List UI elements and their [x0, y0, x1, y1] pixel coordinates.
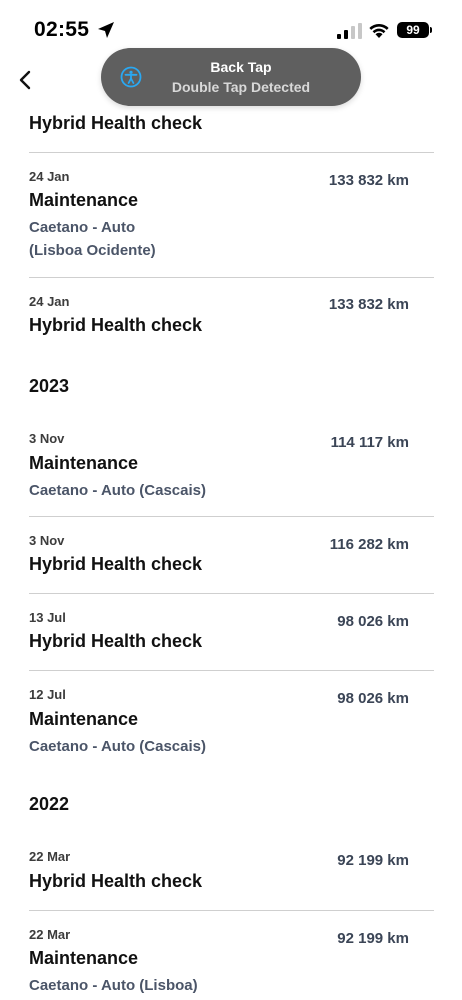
cellular-signal-icon [337, 23, 362, 39]
record-date: 22 Mar [29, 927, 71, 942]
record-place: Caetano - Auto (Cascais) [29, 738, 206, 755]
wifi-icon [369, 23, 389, 38]
record-km: 116 282 km [329, 536, 409, 553]
toast-title: Back Tap [210, 59, 272, 75]
record-date: 24 Jan [29, 169, 70, 184]
record-place: Caetano - Auto (Cascais) [29, 482, 206, 499]
record-date: 12 Jul [29, 687, 66, 702]
record-place: Caetano - Auto (Lisboa) [29, 977, 198, 994]
record-km: 92 199 km [337, 930, 409, 947]
back-tap-toast: Back Tap Double Tap Detected [101, 48, 361, 106]
record-title: Hybrid Health check [29, 631, 203, 651]
record-place: Caetano - Auto [29, 219, 136, 236]
record-km: 98 026 km [337, 690, 409, 707]
record-title: Maintenance [29, 709, 139, 729]
record-title: Hybrid Health check [29, 871, 203, 891]
year-heading: 2023 [29, 376, 70, 396]
record-date: 24 Jan [29, 294, 70, 309]
record-km: 92 199 km [337, 852, 409, 869]
battery-indicator: 99 [397, 22, 432, 38]
divider [29, 516, 434, 517]
divider [29, 670, 434, 671]
year-heading: 2022 [29, 794, 70, 814]
toast-subtitle: Double Tap Detected [171, 79, 311, 95]
record-title: Hybrid Health check [29, 554, 203, 574]
divider [29, 593, 434, 594]
record-km: 98 026 km [337, 613, 409, 630]
record-title[interactable]: Hybrid Health check [29, 113, 202, 134]
record-date: 13 Jul [29, 610, 66, 625]
status-time: 02:55 [34, 18, 90, 41]
record-km: 133 832 km [328, 296, 409, 313]
record-title: Maintenance [29, 453, 139, 473]
record-place: (Lisboa Ocidente) [29, 242, 156, 259]
location-arrow-icon [98, 22, 114, 38]
record-title: Hybrid Health check [29, 315, 203, 335]
record-km: 114 117 km [330, 434, 409, 451]
record-title: Maintenance [29, 948, 139, 968]
chevron-left-icon[interactable] [14, 68, 38, 92]
record-km: 133 832 km [328, 172, 409, 189]
divider [29, 910, 434, 911]
record-date: 3 Nov [29, 533, 65, 548]
divider [29, 152, 434, 153]
record-date: 3 Nov [29, 431, 65, 446]
record-date: 22 Mar [29, 849, 71, 864]
record-title: Maintenance [29, 190, 139, 210]
divider [29, 277, 434, 278]
